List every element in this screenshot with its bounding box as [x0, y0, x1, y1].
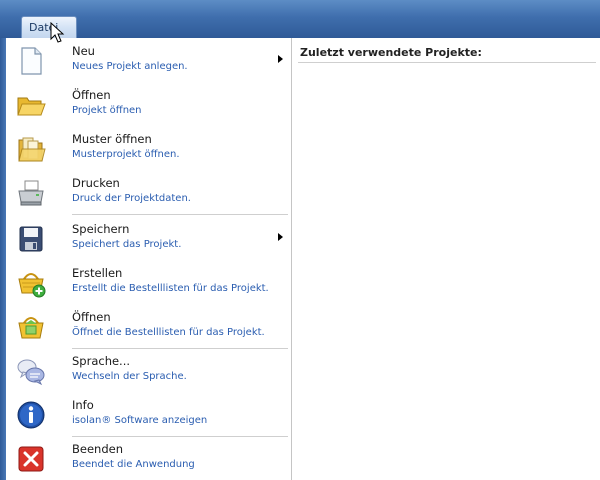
menu-item-description: Neues Projekt anlegen.: [72, 61, 188, 72]
menu-item-description: Beendet die Anwendung: [72, 459, 195, 470]
create-basket-icon: [18, 273, 46, 298]
menu-separator: [72, 214, 288, 215]
submenu-arrow-icon: [278, 55, 283, 63]
ribbon-strip: Datei: [0, 0, 600, 39]
submenu-arrow-icon: [278, 233, 283, 241]
menu-item-title: Sprache...: [72, 354, 131, 368]
menu-separator: [72, 436, 288, 437]
menu-item-save[interactable]: Speichern Speichert das Projekt.: [6, 218, 291, 258]
menu-item-description: Musterprojekt öffnen.: [72, 149, 180, 160]
menu-item-title: Beenden: [72, 442, 123, 456]
recent-projects-divider: [298, 62, 596, 63]
floppy-disk-icon: [19, 226, 43, 252]
exit-icon: [18, 446, 44, 472]
menu-item-exit[interactable]: Beenden Beendet die Anwendung: [6, 438, 291, 478]
menu-item-description: Projekt öffnen: [72, 105, 142, 116]
menu-item-description: Öffnet die Bestelllisten für das Projekt…: [72, 327, 265, 338]
menu-item-title: Drucken: [72, 176, 120, 190]
folder-open-icon: [17, 97, 46, 116]
menu-item-description: isolan® Software anzeigen: [72, 415, 208, 426]
mouse-cursor-icon: [50, 22, 65, 43]
menu-item-new[interactable]: Neu Neues Projekt anlegen.: [6, 40, 291, 80]
printer-icon: [18, 180, 44, 206]
speech-bubbles-icon: [17, 359, 45, 386]
menu-item-title: Neu: [72, 44, 95, 58]
file-menu: Neu Neues Projekt anlegen. Öffnen Projek…: [0, 38, 600, 480]
menu-separator: [72, 348, 288, 349]
file-tab[interactable]: Datei: [21, 16, 77, 38]
sample-folder-icon: [18, 137, 46, 162]
menu-item-language[interactable]: Sprache... Wechseln der Sprache.: [6, 350, 291, 390]
menu-item-description: Druck der Projektdaten.: [72, 193, 191, 204]
menu-item-print[interactable]: Drucken Druck der Projektdaten.: [6, 172, 291, 212]
menu-item-description: Erstellt die Bestelllisten für das Proje…: [72, 283, 269, 294]
command-pane: Neu Neues Projekt anlegen. Öffnen Projek…: [6, 38, 292, 480]
menu-item-title: Öffnen: [72, 88, 111, 102]
menu-item-description: Speichert das Projekt.: [72, 239, 182, 250]
menu-item-description: Wechseln der Sprache.: [72, 371, 187, 382]
app-window: Datei Neu Neues Projekt anlegen. Öffnen …: [0, 0, 600, 480]
menu-item-open[interactable]: Öffnen Projekt öffnen: [6, 84, 291, 124]
menu-item-title: Info: [72, 398, 94, 412]
recent-projects-title: Zuletzt verwendete Projekte:: [300, 46, 482, 59]
info-icon: [17, 401, 45, 429]
menu-item-title: Erstellen: [72, 266, 123, 280]
open-basket-icon: [18, 317, 44, 339]
new-document-icon: [21, 47, 42, 75]
menu-item-title: Muster öffnen: [72, 132, 152, 146]
menu-item-info[interactable]: Info isolan® Software anzeigen: [6, 394, 291, 434]
menu-item-create-lists[interactable]: Erstellen Erstellt die Bestelllisten für…: [6, 262, 291, 302]
menu-item-open-lists[interactable]: Öffnen Öffnet die Bestelllisten für das …: [6, 306, 291, 346]
recent-projects-pane: Zuletzt verwendete Projekte:: [292, 38, 600, 480]
menu-item-open-sample[interactable]: Muster öffnen Musterprojekt öffnen.: [6, 128, 291, 168]
menu-item-title: Öffnen: [72, 310, 111, 324]
menu-item-title: Speichern: [72, 222, 130, 236]
